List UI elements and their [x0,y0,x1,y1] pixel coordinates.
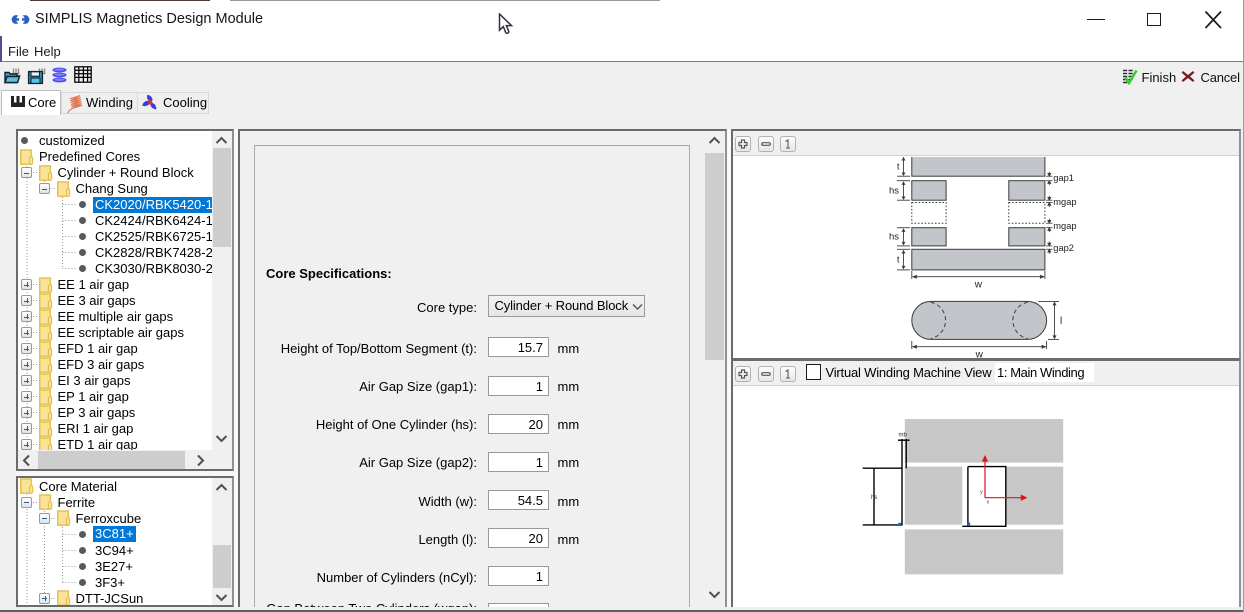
svg-text:l: l [1060,316,1062,327]
svg-text:mgap: mgap [1053,221,1076,231]
svg-text:gap2: gap2 [1053,243,1074,253]
svg-text:t: t [896,161,899,172]
svg-text:hs: hs [888,185,898,196]
svg-text:t: t [896,254,899,265]
svg-text:y: y [980,489,983,495]
svg-text:hs: hs [888,231,898,242]
svg-text:mb: mb [898,432,907,438]
svg-text:hs: hs [871,495,877,501]
svg-text:x: x [986,499,989,505]
svg-text:w: w [973,279,982,290]
svg-text:w: w [974,349,983,358]
svg-text:mgap: mgap [1053,197,1076,207]
svg-text:gap1: gap1 [1053,173,1074,183]
